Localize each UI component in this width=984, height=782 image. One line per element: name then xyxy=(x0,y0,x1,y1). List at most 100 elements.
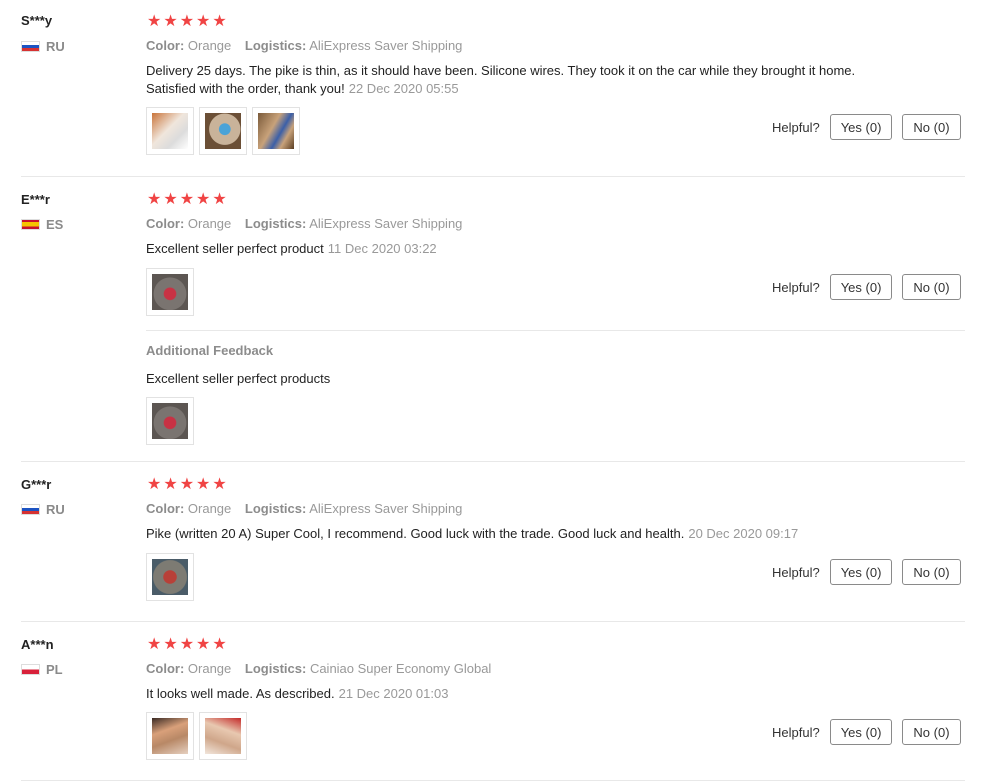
star-icon: ★ xyxy=(163,636,178,653)
review-photos xyxy=(146,107,300,155)
helpful-label: Helpful? xyxy=(772,279,820,295)
star-icon: ★ xyxy=(163,13,178,30)
review-photo[interactable] xyxy=(146,397,194,445)
star-icon: ★ xyxy=(179,191,195,208)
review-photo[interactable] xyxy=(146,712,194,760)
review-body: Pike (written 20 A) Super Cool, I recomm… xyxy=(146,526,685,541)
helpful-yes-button[interactable]: Yes (0) xyxy=(829,114,893,140)
flag-pl-icon xyxy=(21,664,40,675)
helpful-no-button[interactable]: No (0) xyxy=(902,114,961,140)
reviewer-country: RU xyxy=(21,502,65,517)
star-icon: ★ xyxy=(212,191,227,208)
star-icon: ★ xyxy=(147,636,162,653)
star-icon: ★ xyxy=(163,191,178,208)
helpful-vote: Helpful? Yes (0) No (0) xyxy=(772,114,961,140)
helpful-vote: Helpful? Yes (0) No (0) xyxy=(772,274,961,300)
helpful-vote: Helpful? Yes (0) No (0) xyxy=(772,559,961,585)
review-body: It looks well made. As described. xyxy=(146,686,335,701)
color-label: Color: xyxy=(146,38,185,53)
helpful-no-button[interactable]: No (0) xyxy=(902,719,961,745)
review-photo[interactable] xyxy=(199,107,247,155)
logistics-label: Logistics: xyxy=(244,661,307,676)
reviewer-name: S***y xyxy=(21,13,53,28)
country-code: PL xyxy=(46,662,63,677)
reviewer-country: RU xyxy=(21,39,65,54)
review-text: Delivery 25 days. The pike is thin, as i… xyxy=(146,62,866,98)
flag-es-icon xyxy=(21,219,40,230)
logistics-value: AliExpress Saver Shipping xyxy=(309,501,463,516)
helpful-no-button[interactable]: No (0) xyxy=(902,274,961,300)
star-icon: ★ xyxy=(179,476,195,493)
helpful-vote: Helpful? Yes (0) No (0) xyxy=(772,719,961,745)
review-divider xyxy=(21,176,965,177)
color-label: Color: xyxy=(146,501,185,516)
star-icon: ★ xyxy=(196,476,211,493)
star-icon: ★ xyxy=(196,191,211,208)
review-photo[interactable] xyxy=(252,107,300,155)
country-code: ES xyxy=(46,217,64,232)
helpful-label: Helpful? xyxy=(772,564,820,580)
additional-feedback-divider xyxy=(146,330,965,331)
helpful-yes-button[interactable]: Yes (0) xyxy=(829,559,893,585)
flag-ru-icon xyxy=(21,41,40,52)
helpful-yes-button[interactable]: Yes (0) xyxy=(829,719,893,745)
star-icon: ★ xyxy=(147,191,162,208)
order-info: Color: Orange Logistics: AliExpress Save… xyxy=(146,38,472,53)
order-info: Color: Orange Logistics: Cainiao Super E… xyxy=(146,661,501,676)
review-photo[interactable] xyxy=(199,712,247,760)
review-date: 21 Dec 2020 01:03 xyxy=(338,686,449,701)
review-divider xyxy=(21,780,965,781)
logistics-label: Logistics: xyxy=(244,216,307,231)
additional-feedback-text: Excellent seller perfect products xyxy=(146,371,331,386)
star-icon: ★ xyxy=(196,636,211,653)
review-text: Excellent seller perfect product 11 Dec 2… xyxy=(146,240,866,258)
flag-ru-icon xyxy=(21,504,40,515)
logistics-label: Logistics: xyxy=(244,501,307,516)
order-info: Color: Orange Logistics: AliExpress Save… xyxy=(146,216,472,231)
review-date: 22 Dec 2020 05:55 xyxy=(348,81,459,96)
reviewer-name: A***n xyxy=(21,637,54,652)
review-date: 11 Dec 2020 03:22 xyxy=(327,241,437,256)
review-photos xyxy=(146,553,194,601)
star-rating: ★ ★ ★ ★ ★ xyxy=(147,14,227,30)
star-rating: ★ ★ ★ ★ ★ xyxy=(147,637,227,653)
review-photo[interactable] xyxy=(146,107,194,155)
star-icon: ★ xyxy=(147,476,162,493)
star-icon: ★ xyxy=(179,13,195,30)
review-photo[interactable] xyxy=(146,553,194,601)
helpful-no-button[interactable]: No (0) xyxy=(902,559,961,585)
helpful-label: Helpful? xyxy=(772,724,820,740)
country-code: RU xyxy=(46,39,65,54)
logistics-label: Logistics: xyxy=(244,38,307,53)
review-photos xyxy=(146,268,194,316)
additional-feedback-photos xyxy=(146,397,194,445)
color-label: Color: xyxy=(146,216,185,231)
reviewer-name: G***r xyxy=(21,477,52,492)
review-text: Pike (written 20 A) Super Cool, I recomm… xyxy=(146,525,906,543)
review-divider xyxy=(21,461,965,462)
color-value: Orange xyxy=(187,216,232,231)
review-body: Delivery 25 days. The pike is thin, as i… xyxy=(146,63,856,96)
color-value: Orange xyxy=(187,661,232,676)
review-body: Excellent seller perfect product xyxy=(146,241,324,256)
star-rating: ★ ★ ★ ★ ★ xyxy=(147,477,227,493)
star-icon: ★ xyxy=(212,13,227,30)
star-rating: ★ ★ ★ ★ ★ xyxy=(147,192,227,208)
reviewer-country: ES xyxy=(21,217,63,232)
star-icon: ★ xyxy=(147,13,162,30)
reviewer-country: PL xyxy=(21,662,63,677)
helpful-yes-button[interactable]: Yes (0) xyxy=(829,274,893,300)
additional-feedback-title: Additional Feedback xyxy=(146,343,274,358)
star-icon: ★ xyxy=(179,636,195,653)
review-divider xyxy=(21,621,965,622)
color-label: Color: xyxy=(146,661,185,676)
review-text: It looks well made. As described. 21 Dec … xyxy=(146,685,866,703)
star-icon: ★ xyxy=(163,476,178,493)
review-date: 20 Dec 2020 09:17 xyxy=(688,526,799,541)
logistics-value: AliExpress Saver Shipping xyxy=(309,38,463,53)
logistics-value: AliExpress Saver Shipping xyxy=(309,216,463,231)
color-value: Orange xyxy=(187,38,232,53)
star-icon: ★ xyxy=(212,636,227,653)
review-photos xyxy=(146,712,247,760)
review-photo[interactable] xyxy=(146,268,194,316)
